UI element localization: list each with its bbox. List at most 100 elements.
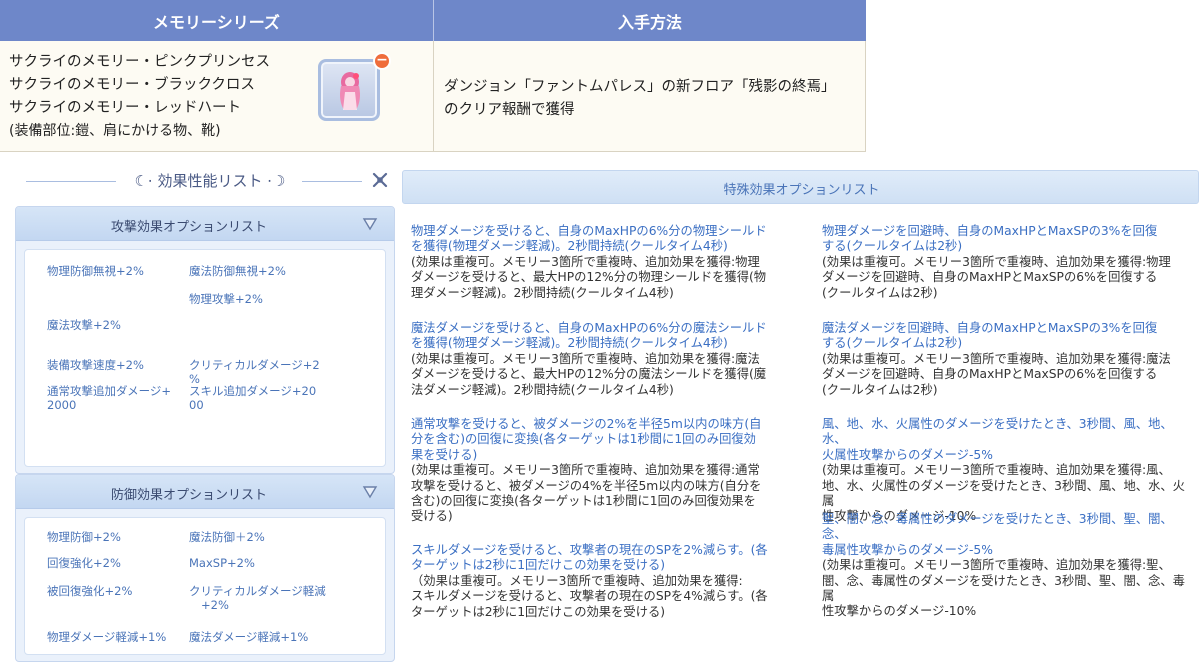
- effect-entry: 魔法ダメージを回避時、自身のMaxHPとMaxSPの3%を回復 する(クールタイム…: [822, 321, 1197, 398]
- option-item: 魔法攻撃+2%: [47, 318, 121, 332]
- effect-title: 魔法ダメージを回避時、自身のMaxHPとMaxSPの3%を回復 する(クールタイム…: [822, 321, 1197, 352]
- effect-title-line: する(クールタイムは2秒): [822, 336, 963, 351]
- effect-description-line: 理ダメージ軽減)。2秒間持続(クールタイム4秒): [411, 285, 674, 300]
- attack-options-title: 攻撃効果オプションリスト: [110, 220, 267, 235]
- effect-description-line: (効果は重複可。メモリー3箇所で重複時、追加効果を獲得:魔法: [411, 351, 760, 366]
- option-item: 物理攻撃+2%: [189, 292, 263, 306]
- special-effects-header: 特殊効果オプションリスト: [402, 170, 1199, 204]
- effect-description-line: 闇、念、毒属性のダメージを受けたとき、3秒間、聖、闇、念、毒属: [822, 573, 1185, 604]
- effect-title-line: スキルダメージを受けると、攻撃者の現在のSPを2%減らす。(各: [411, 543, 768, 557]
- effect-description-line: (効果は重複可。メモリー3箇所で重複時、追加効果を獲得:聖、: [822, 558, 1171, 573]
- defense-options-body: 物理防御+2% 魔法防御＋2% 回復強化+2% MaxSP+2% 被回復強化+2…: [24, 517, 386, 655]
- special-effects-title: 特殊効果オプションリスト: [723, 183, 880, 198]
- effect-list-header: ☾⋅ 効果性能リスト ⋅☽: [8, 162, 398, 198]
- option-item: スキル追加ダメージ+20: [189, 384, 317, 398]
- moon-ornament-left-icon: ☾⋅: [134, 172, 153, 190]
- option-item-wrap: 00: [189, 398, 204, 412]
- effect-title-line: 通常攻撃を受けると、被ダメージの2%を半径5m以内の味方(自: [411, 417, 762, 431]
- effect-description-line: 受ける): [411, 509, 453, 524]
- effect-description-line: (効果は重複可。メモリー3箇所で重複時、追加効果を獲得:物理: [411, 254, 760, 269]
- effect-title: 聖、闇、念、毒属性のダメージを受けたとき、3秒間、聖、闇、念、 毒属性攻撃からのダ…: [822, 512, 1197, 558]
- option-item-wrap: +2%: [201, 598, 229, 612]
- effect-entry: 通常攻撃を受けると、被ダメージの2%を半径5m以内の味方(自 分を含む)の回復に変…: [411, 417, 815, 525]
- acquisition-method-text: ダンジョン「ファントムパレス」の新フロア「残影の終焉」 のクリア報酬で獲得: [444, 76, 836, 122]
- acquisition-method-header: 入手方法: [617, 12, 682, 32]
- effect-description-line: (効果は重複可。メモリー3箇所で重複時、追加効果を獲得:魔法: [822, 351, 1171, 366]
- option-item: クリティカルダメージ+2: [189, 358, 320, 372]
- triangle-down-icon[interactable]: [362, 485, 378, 499]
- option-item: 通常攻撃追加ダメージ+: [47, 384, 172, 398]
- effect-title: 通常攻撃を受けると、被ダメージの2%を半径5m以内の味方(自 分を含む)の回復に変…: [411, 417, 815, 463]
- method-line: ダンジョン「ファントムパレス」の新フロア「残影の終焉」: [444, 79, 836, 95]
- defense-options-header[interactable]: 防御効果オプションリスト: [16, 475, 394, 509]
- table-header-row: メモリーシリーズ 入手方法: [0, 0, 866, 41]
- memory-series-cell: サクライのメモリー・ピンクプリンセス サクライのメモリー・ブラッククロス サクラ…: [0, 41, 434, 152]
- effect-description-line: ダメージを受けると、最大HPの12%分の物理シールドを獲得(物: [411, 270, 767, 285]
- effect-description-line: (クールタイムは2秒): [822, 382, 938, 397]
- effect-description: (効果は重複可。メモリー3箇所で重複時、追加効果を獲得:通常 攻撃を受けると、被ダ…: [411, 463, 815, 525]
- memory-series-header: メモリーシリーズ: [0, 0, 434, 41]
- item-name: サクライのメモリー・レッドハート: [9, 100, 241, 116]
- option-item: MaxSP+2%: [189, 556, 255, 570]
- effect-description-line: (効果は重複可。メモリー3箇所で重複時、追加効果を獲得:風、: [822, 463, 1171, 478]
- equip-slots: (装備部位:鎧、肩にかける物、靴): [9, 123, 221, 139]
- option-item: 物理防御無視+2%: [47, 264, 144, 278]
- attack-options-body: 物理防御無視+2% 魔法防御無視+2% 物理攻撃+2% 魔法攻撃+2% 装備攻撃…: [24, 249, 386, 467]
- acquisition-method-cell: ダンジョン「ファントムパレス」の新フロア「残影の終焉」 のクリア報酬で獲得: [434, 41, 866, 152]
- effect-title: スキルダメージを受けると、攻撃者の現在のSPを2%減らす。(各 ターゲットは2秒に…: [411, 543, 815, 574]
- effect-entry: 魔法ダメージを受けると、自身のMaxHPの6%分の魔法シールド を獲得(物理ダメー…: [411, 321, 815, 398]
- moon-ornament-right-icon: ⋅☽: [267, 172, 286, 190]
- effect-description: (効果は重複可。メモリー3箇所で重複時、追加効果を獲得:物理 ダメージを受けると、…: [411, 255, 815, 301]
- item-name: サクライのメモリー・ピンクプリンセス: [9, 54, 270, 70]
- header-divider-left: [26, 181, 116, 182]
- option-item-wrap: 2000: [47, 398, 77, 412]
- effect-title-line: を獲得(物理ダメージ軽減)。2秒間持続(クールタイム4秒): [411, 239, 728, 254]
- defense-options-section: 防御効果オプションリスト 物理防御+2% 魔法防御＋2% 回復強化+2% Max…: [15, 474, 395, 662]
- effect-description: (効果は重複可。メモリー3箇所で重複時、追加効果を獲得:魔法 ダメージを回避時、自…: [822, 352, 1197, 398]
- memory-series-table: メモリーシリーズ 入手方法 サクライのメモリー・ピンクプリンセス サクライのメモ…: [0, 0, 866, 152]
- effect-title-line: 物理ダメージを回避時、自身のMaxHPとMaxSPの3%を回復: [822, 224, 1158, 238]
- effect-description-line: 法ダメージ軽減)。2秒間持続(クールタイム4秒): [411, 382, 674, 397]
- close-icon[interactable]: [370, 170, 390, 190]
- effect-description-line: ダメージを受けると、最大HPの12%分の魔法シールドを獲得(魔: [411, 367, 767, 382]
- option-item: 装備攻撃速度+2%: [47, 358, 144, 372]
- effect-description-line: 攻撃を受けると、被ダメージの4%を半径5m以内の味方(自分を: [411, 478, 762, 493]
- effect-title-line: する(クールタイムは2秒): [822, 239, 963, 254]
- effect-description-line: スキルダメージを受けると、攻撃者の現在のSPを4%減らす。(各: [411, 589, 768, 604]
- triangle-down-icon[interactable]: [362, 217, 378, 231]
- option-item: 回復強化+2%: [47, 556, 121, 570]
- option-item: 被回復強化+2%: [47, 584, 133, 598]
- memory-item-icon[interactable]: [318, 59, 380, 121]
- option-item: クリティカルダメージ軽減: [189, 584, 326, 598]
- effect-title-line: 果を受ける): [411, 447, 478, 462]
- effect-entry: 聖、闇、念、毒属性のダメージを受けたとき、3秒間、聖、闇、念、 毒属性攻撃からのダ…: [822, 512, 1197, 620]
- effect-title: 物理ダメージを回避時、自身のMaxHPとMaxSPの3%を回復 する(クールタイム…: [822, 224, 1197, 255]
- effect-description: （効果は重複可。メモリー3箇所で重複時、追加効果を獲得: スキルダメージを受けると…: [411, 574, 815, 620]
- option-item: 物理ダメージ軽減+1%: [47, 630, 167, 644]
- attack-options-header[interactable]: 攻撃効果オプションリスト: [16, 207, 394, 241]
- effect-title-line: 分を含む)の回復に変換(各ターゲットは1秒間に1回のみ回復効: [411, 432, 756, 447]
- effect-description-line: (効果は重複可。メモリー3箇所で重複時、追加効果を獲得:物理: [822, 254, 1171, 269]
- effect-description-line: ダメージを回避時、自身のMaxHPとMaxSPの6%を回復する: [822, 270, 1158, 285]
- effect-title-line: 魔法ダメージを受けると、自身のMaxHPの6%分の魔法シールド: [411, 321, 767, 335]
- minus-badge-icon[interactable]: −: [373, 52, 391, 70]
- effect-description: (効果は重複可。メモリー3箇所で重複時、追加効果を獲得:聖、 闇、念、毒属性のダメ…: [822, 558, 1197, 620]
- effect-title-line: 風、地、水、火属性のダメージを受けたとき、3秒間、風、地、水、: [822, 417, 1173, 447]
- header-divider-right: [302, 181, 362, 182]
- effect-description-line: ターゲットは2秒に1回だけこの効果を受ける): [411, 604, 666, 619]
- effect-title: 物理ダメージを受けると、自身のMaxHPの6%分の物理シールド を獲得(物理ダメー…: [411, 224, 815, 255]
- method-line: のクリア報酬で獲得: [444, 102, 575, 118]
- effect-list-title-text: 効果性能リスト: [157, 172, 263, 190]
- effect-list-title: ☾⋅ 効果性能リスト ⋅☽: [120, 170, 300, 191]
- effect-description-line: 含む)の回復に変換(各ターゲットは1秒間に1回のみ回復効果を: [411, 494, 756, 509]
- effect-description-line: ダメージを回避時、自身のMaxHPとMaxSPの6%を回復する: [822, 367, 1158, 382]
- effect-title-line: ターゲットは2秒に1回だけこの効果を受ける): [411, 558, 666, 573]
- table-row: サクライのメモリー・ピンクプリンセス サクライのメモリー・ブラッククロス サクラ…: [0, 41, 866, 152]
- effect-description-line: （効果は重複可。メモリー3箇所で重複時、追加効果を獲得:: [411, 573, 743, 588]
- option-item: 魔法防御無視+2%: [189, 264, 286, 278]
- effect-entry: スキルダメージを受けると、攻撃者の現在のSPを2%減らす。(各 ターゲットは2秒に…: [411, 543, 815, 620]
- effect-title: 風、地、水、火属性のダメージを受けたとき、3秒間、風、地、水、 火属性攻撃からのダ…: [822, 417, 1197, 463]
- effect-title-line: 火属性攻撃からのダメージ-5%: [822, 447, 993, 462]
- effect-title: 魔法ダメージを受けると、自身のMaxHPの6%分の魔法シールド を獲得(物理ダメー…: [411, 321, 815, 352]
- option-item: 物理防御+2%: [47, 530, 121, 544]
